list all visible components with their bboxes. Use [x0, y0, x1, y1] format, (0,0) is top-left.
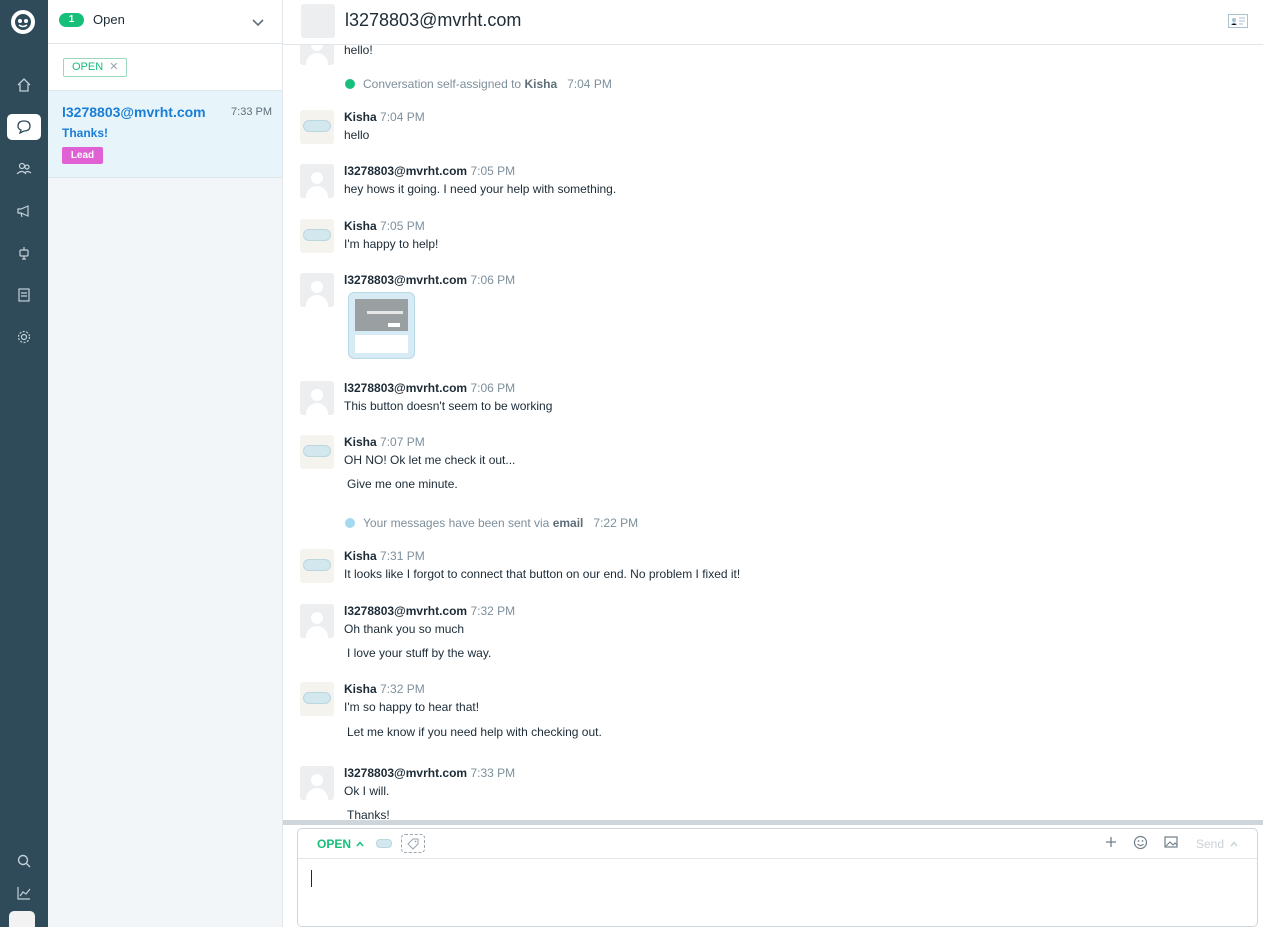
chevron-down-icon — [252, 14, 264, 32]
system-event-text: Conversation self-assigned to Kisha — [363, 77, 558, 91]
message-text: I'm so happy to hear that! — [344, 700, 480, 714]
user-avatar — [300, 381, 334, 415]
conversation-header: l3278803@mvrht.com — [283, 0, 1263, 45]
message-text: hello! — [344, 45, 373, 57]
contact-avatar[interactable] — [301, 4, 335, 38]
chat-icon[interactable] — [7, 114, 41, 140]
plus-icon[interactable] — [1104, 835, 1118, 854]
image-icon[interactable] — [1164, 835, 1178, 854]
left-nav-rail — [0, 0, 48, 927]
emoji-icon[interactable] — [1133, 835, 1148, 855]
message-text: I love your stuff by the way. — [347, 646, 492, 660]
lead-tag-badge: Lead — [62, 147, 103, 164]
agent-avatar — [300, 219, 334, 253]
contact-card-icon[interactable] — [1228, 14, 1248, 33]
send-button[interactable]: Send — [1196, 837, 1238, 851]
message-meta: Kisha 7:07 PM — [344, 435, 425, 449]
composer-divider — [283, 820, 1263, 825]
message-text: hey hows it going. I need your help with… — [344, 182, 617, 196]
megaphone-icon[interactable] — [8, 198, 40, 224]
system-event-time: 7:04 PM — [567, 77, 612, 91]
gear-icon[interactable] — [8, 324, 40, 350]
system-event-assigned: Conversation self-assigned to Kisha 7:04… — [345, 77, 612, 91]
agent-avatar — [300, 110, 334, 144]
message-meta: l3278803@mvrht.com 7:06 PM — [344, 273, 516, 287]
my-avatar[interactable] — [9, 911, 35, 927]
conversation-preview: Thanks! — [62, 126, 109, 140]
open-filter-chip[interactable]: OPEN ✕ — [63, 58, 128, 77]
message-meta: l3278803@mvrht.com 7:05 PM — [344, 164, 516, 178]
chevron-up-icon — [1230, 841, 1238, 847]
conversation-view: l3278803@mvrht.com hello! Conversation s… — [283, 0, 1263, 927]
text-caret — [311, 870, 312, 887]
filter-row: OPEN ✕ — [48, 44, 282, 91]
message-meta: l3278803@mvrht.com 7:06 PM — [344, 381, 516, 395]
message-meta: Kisha 7:04 PM — [344, 110, 425, 124]
conversation-status-label: OPEN — [317, 837, 352, 851]
message-text: I'm happy to help! — [344, 237, 439, 251]
message-text: Oh thank you so much — [344, 622, 465, 636]
agent-avatar — [300, 549, 334, 583]
user-avatar — [300, 45, 334, 65]
user-avatar — [300, 604, 334, 638]
system-event-text: Your messages have been sent via email — [363, 516, 584, 530]
message-text: OH NO! Ok let me check it out... — [344, 453, 516, 467]
conversation-list-panel: 1 Open OPEN ✕ l3278803@mvrht.com 7:33 PM… — [48, 0, 283, 927]
open-filter-chip-label: OPEN — [72, 61, 104, 73]
system-event-time: 7:22 PM — [593, 516, 639, 530]
message-meta: l3278803@mvrht.com 7:32 PM — [344, 604, 516, 618]
user-avatar — [300, 273, 334, 307]
message-text: This button doesn't seem to be working — [344, 399, 553, 413]
close-icon[interactable]: ✕ — [109, 59, 118, 76]
home-icon[interactable] — [8, 72, 40, 98]
message-text: Let me know if you need help with checki… — [347, 725, 602, 739]
open-count-badge: 1 — [59, 13, 84, 27]
conversation-title: l3278803@mvrht.com — [345, 10, 522, 30]
status-dot — [345, 79, 355, 89]
assignee-avatar-icon[interactable] — [376, 839, 392, 848]
tag-icon[interactable] — [401, 834, 425, 853]
message-meta: Kisha 7:05 PM — [344, 219, 425, 233]
chevron-up-icon — [356, 841, 364, 847]
agent-avatar — [300, 682, 334, 716]
message-text: Thanks! — [347, 808, 390, 820]
status-filter-dropdown[interactable]: 1 Open — [48, 0, 282, 44]
bot-icon[interactable] — [8, 240, 40, 266]
people-icon[interactable] — [8, 156, 40, 182]
chart-icon[interactable] — [8, 880, 40, 906]
search-icon[interactable] — [8, 848, 40, 874]
message-meta: Kisha 7:31 PM — [344, 549, 425, 563]
conversation-email: l3278803@mvrht.com — [62, 104, 206, 120]
send-button-label: Send — [1196, 837, 1225, 851]
app: 1 Open OPEN ✕ l3278803@mvrht.com 7:33 PM… — [0, 0, 1263, 927]
message-thread[interactable]: hello! Conversation self-assigned to Kis… — [283, 45, 1263, 820]
logo-icon[interactable] — [11, 10, 35, 34]
message-text: Give me one minute. — [347, 477, 458, 491]
message-meta: Kisha 7:32 PM — [344, 682, 425, 696]
message-text: It looks like I forgot to connect that b… — [344, 567, 741, 581]
message-text: hello — [344, 128, 370, 142]
reply-composer: OPEN Send — [297, 828, 1258, 927]
image-attachment-thumbnail[interactable] — [348, 292, 415, 359]
system-event-email: Your messages have been sent via email 7… — [345, 516, 638, 530]
status-filter-label: Open — [93, 12, 125, 27]
composer-toolbar: OPEN Send — [298, 829, 1257, 859]
message-text: Ok I will. — [344, 784, 390, 798]
reply-input[interactable] — [311, 869, 1241, 919]
message-meta: l3278803@mvrht.com 7:33 PM — [344, 766, 516, 780]
conversation-list-item[interactable]: l3278803@mvrht.com 7:33 PM Thanks! Lead — [48, 91, 282, 178]
book-icon[interactable] — [8, 282, 40, 308]
conversation-time: 7:33 PM — [231, 106, 272, 118]
status-dot — [345, 518, 355, 528]
user-avatar — [300, 766, 334, 800]
conversation-status-button[interactable]: OPEN — [317, 837, 364, 851]
agent-avatar — [300, 435, 334, 469]
user-avatar — [300, 164, 334, 198]
